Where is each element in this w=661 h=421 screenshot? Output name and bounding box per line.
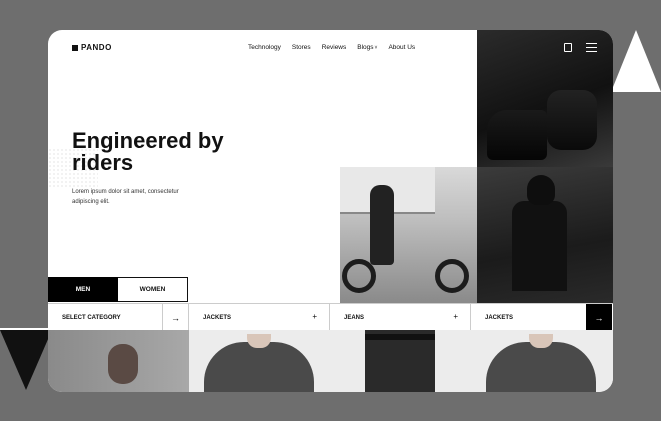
photo-boot-left	[487, 110, 547, 160]
photo-jacket	[486, 342, 596, 392]
website-card: PANDO Technology Stores Reviews Blogs˅ A…	[48, 30, 613, 392]
photo-rider-body	[512, 201, 567, 291]
main-nav: Technology Stores Reviews Blogs˅ About U…	[248, 44, 415, 51]
hero-photo-helmet-rider	[477, 167, 613, 303]
select-category-dropdown[interactable]: SELECT CATEGORY	[48, 304, 163, 331]
menu-line	[586, 43, 597, 45]
hero-subtitle: Lorem ipsum dolor sit amet, consectetur …	[72, 189, 179, 205]
product-card-portrait[interactable]	[48, 330, 189, 392]
tab-women[interactable]: WOMEN	[118, 277, 188, 302]
photo-wheel-rear	[435, 259, 469, 293]
photo-wheel-front	[342, 259, 376, 293]
tab-men[interactable]: MEN	[48, 277, 118, 302]
product-card-jacket-2[interactable]	[471, 330, 613, 392]
nav-item-reviews[interactable]: Reviews	[322, 44, 347, 51]
nav-item-about-us[interactable]: About Us	[388, 44, 415, 51]
menu-line	[586, 50, 597, 52]
photo-boot-right	[547, 90, 597, 150]
nav-item-technology[interactable]: Technology	[248, 44, 281, 51]
nav-item-stores[interactable]: Stores	[292, 44, 311, 51]
filter-jackets[interactable]: JACKETS +	[189, 304, 330, 331]
next-arrow-icon[interactable]: →	[586, 304, 612, 331]
brand-logo[interactable]: PANDO	[72, 43, 112, 52]
product-card-jacket[interactable]	[189, 330, 330, 392]
arrow-right-icon[interactable]: →	[163, 304, 189, 331]
photo-belt	[365, 334, 435, 340]
photo-helmet	[527, 175, 555, 205]
hero-title: Engineered by riders	[72, 128, 224, 175]
plus-icon: +	[453, 312, 458, 321]
photo-face	[108, 344, 138, 384]
menu-line	[586, 46, 597, 49]
pando-logo-mark-icon	[72, 44, 78, 51]
hamburger-menu-icon[interactable]	[586, 43, 597, 52]
filter-label: JACKETS	[203, 314, 232, 321]
decorative-triangle-top-right	[611, 30, 661, 92]
nav-item-blogs[interactable]: Blogs˅	[357, 44, 377, 51]
plus-icon: +	[312, 312, 317, 321]
nav-item-blogs-label: Blogs	[357, 44, 374, 51]
gender-tabs: MEN WOMEN	[48, 277, 188, 302]
decorative-triangle-bottom-left	[0, 330, 52, 390]
hero-photo-rider-motorcycle	[340, 167, 477, 303]
filter-label: JACKETS	[485, 314, 514, 321]
chevron-down-icon: ˅	[374, 45, 378, 51]
product-card-jeans[interactable]	[330, 330, 471, 392]
brand-name: PANDO	[81, 43, 112, 52]
category-filter-bar: SELECT CATEGORY → JACKETS + JEANS + JACK…	[48, 303, 613, 332]
filter-label: JEANS	[344, 314, 365, 321]
filter-jeans[interactable]: JEANS +	[330, 304, 471, 331]
photo-jacket	[204, 342, 314, 392]
photo-rider	[370, 185, 394, 265]
filter-jackets-2[interactable]: JACKETS	[471, 304, 586, 331]
product-row	[48, 330, 613, 392]
cart-icon[interactable]	[564, 43, 572, 52]
